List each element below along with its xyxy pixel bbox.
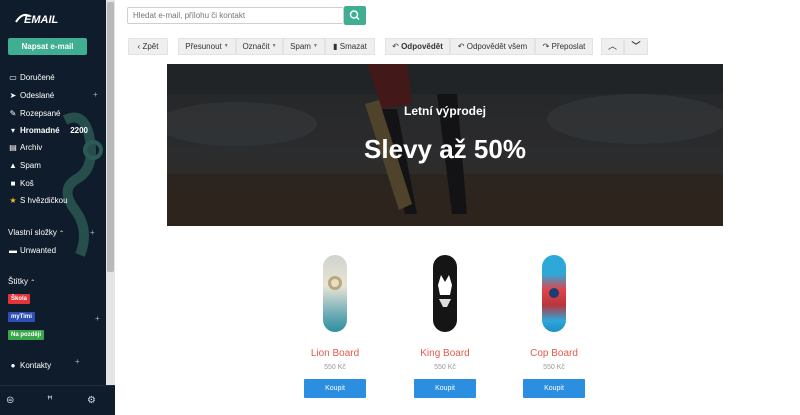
send-icon: ➤ [9, 91, 17, 100]
email-app: EMAIL Napsat e-mail ▭ Doručené ➤ Odeslan… [0, 0, 800, 415]
sidebar-item-label: Archiv [20, 143, 43, 152]
forward-icon: ↷ [542, 42, 552, 51]
back-button[interactable]: ‹ Zpět [128, 38, 168, 55]
previous-email-button[interactable]: ︿ [601, 38, 624, 55]
lion-board-image[interactable] [323, 255, 347, 332]
product-name[interactable]: Cop Board [504, 348, 604, 359]
logo-mini-icon[interactable]: ꟸ [47, 395, 53, 406]
sidebar-item-inbox[interactable]: ▭ Doručené [0, 69, 106, 86]
move-button[interactable]: Přesunout ▼ [178, 38, 236, 55]
trash-icon: ■ [10, 179, 16, 188]
buy-button[interactable]: Koupit [414, 379, 476, 398]
sidebar-footer: ⊜ ꟸ ⚙ [0, 385, 115, 415]
king-board-image[interactable] [433, 255, 457, 332]
sparkle-icon: + [95, 314, 100, 323]
label-mytimi[interactable]: myTimi [8, 312, 35, 322]
labels-header[interactable]: Štítky ⌃ [8, 277, 35, 286]
label-na-pozdeji[interactable]: Na později [8, 330, 45, 340]
product-price: 550 Kč [324, 364, 346, 371]
folder-icon: ▬ [9, 246, 17, 255]
sidebar-item-label: Spam [20, 161, 41, 170]
compose-button[interactable]: Napsat e-mail [8, 38, 87, 55]
mark-button[interactable]: Označit ▼ [236, 38, 283, 55]
reply-all-button[interactable]: ↶ Odpovědět všem [450, 38, 535, 55]
help-icon[interactable]: ⊜ [6, 395, 14, 406]
sidebar-item-trash[interactable]: ■ Koš [0, 175, 106, 192]
section-title: Vlastní složky [8, 228, 57, 237]
promo-banner[interactable]: Letní výprodej Slevy až 50% [167, 64, 723, 226]
sidebar-item-label: Hromadné [20, 126, 60, 135]
next-email-button[interactable]: ﹀ [624, 38, 648, 55]
banner-subtitle: Letní výprodej [403, 104, 486, 118]
reply-icon: ↶ [392, 42, 402, 51]
custom-folders-header[interactable]: Vlastní složky ⌃ [8, 228, 64, 237]
button-label: Přesunout [185, 42, 222, 51]
label-skola[interactable]: Škola [8, 294, 31, 304]
trash-icon: ▮ [333, 42, 340, 51]
sidebar-item-sent[interactable]: ➤ Odeslané [0, 87, 106, 104]
reply-all-icon: ↶ [457, 42, 467, 51]
warning-icon: ▲ [9, 161, 17, 170]
gear-icon[interactable]: ⚙ [87, 395, 96, 406]
unread-count: 2200 [70, 126, 88, 135]
delete-button[interactable]: ▮ Smazat [325, 38, 375, 55]
sidebar-item-label: Unwanted [20, 246, 57, 255]
product-name[interactable]: King Board [395, 348, 495, 359]
caret-down-icon: ▼ [312, 43, 318, 50]
section-title: Štítky [8, 277, 29, 286]
search-button[interactable] [344, 6, 366, 25]
sidebar: EMAIL Napsat e-mail ▭ Doručené ➤ Odeslan… [0, 0, 115, 415]
product-name[interactable]: Lion Board [285, 348, 385, 359]
svg-text:EMAIL: EMAIL [24, 14, 59, 26]
sidebar-item-unwanted[interactable]: ▬ Unwanted [0, 242, 106, 259]
archive-icon: ▤ [9, 143, 17, 152]
caret-down-icon: ▼ [223, 43, 229, 50]
draft-icon: ✎ [9, 109, 17, 118]
button-label: Smazat [339, 42, 367, 51]
buy-button[interactable]: Koupit [523, 379, 585, 398]
banner-title: Slevy až 50% [364, 134, 526, 164]
search-icon [349, 10, 360, 21]
person-icon: ● [10, 361, 16, 370]
chevron-up-icon: ⌃ [30, 280, 36, 286]
sidebar-item-bulk[interactable]: ▾ Hromadné 2200 [0, 122, 106, 139]
sidebar-item-label: Rozepsané [20, 109, 61, 118]
chevron-up-icon: ⌃ [59, 231, 65, 237]
sidebar-item-label: S hvězdičkou [20, 196, 68, 205]
product-price: 550 Kč [543, 364, 565, 371]
sidebar-item-spam[interactable]: ▲ Spam [0, 157, 106, 174]
sidebar-item-label: Kontakty [20, 361, 52, 370]
logo[interactable]: EMAIL [14, 8, 78, 28]
sidebar-item-label: Odeslané [20, 91, 55, 100]
button-label: Zpět [142, 42, 159, 51]
spam-button[interactable]: Spam ▼ [283, 38, 325, 55]
sidebar-scrollbar-thumb[interactable] [107, 2, 114, 272]
button-label: Odpovědět [401, 42, 443, 51]
forward-button[interactable]: ↷ Přeposlat [535, 38, 593, 55]
cop-board-image[interactable] [542, 255, 566, 332]
sidebar-item-label: Koš [20, 179, 34, 188]
sidebar-item-starred[interactable]: ★ S hvězdičkou [0, 192, 106, 209]
star-icon: ★ [9, 196, 17, 205]
sidebar-item-contacts[interactable]: ● Kontakty [0, 357, 106, 374]
sidebar-item-archive[interactable]: ▤ Archiv [0, 139, 106, 156]
button-label: Spam [290, 42, 311, 51]
chevron-up-icon: ︿ [607, 41, 617, 51]
caret-down-icon: ▼ [271, 43, 277, 50]
sidebar-item-label: Doručené [20, 73, 55, 82]
button-label: Přeposlat [551, 42, 586, 51]
buy-button[interactable]: Koupit [304, 379, 366, 398]
search-input[interactable] [127, 7, 344, 24]
cart-icon: ▾ [10, 126, 15, 135]
button-label: Odpovědět všem [466, 42, 528, 51]
sparkle-icon: + [75, 357, 80, 366]
sparkle-icon: + [93, 90, 98, 99]
inbox-icon: ▭ [9, 73, 17, 82]
sparkle-icon: + [90, 228, 95, 237]
reply-button[interactable]: ↶ Odpovědět [385, 38, 450, 55]
button-label: Označit [242, 42, 270, 51]
product-price: 550 Kč [434, 364, 456, 371]
chevron-down-icon: ﹀ [631, 41, 641, 51]
sidebar-item-drafts[interactable]: ✎ Rozepsané [0, 105, 106, 122]
